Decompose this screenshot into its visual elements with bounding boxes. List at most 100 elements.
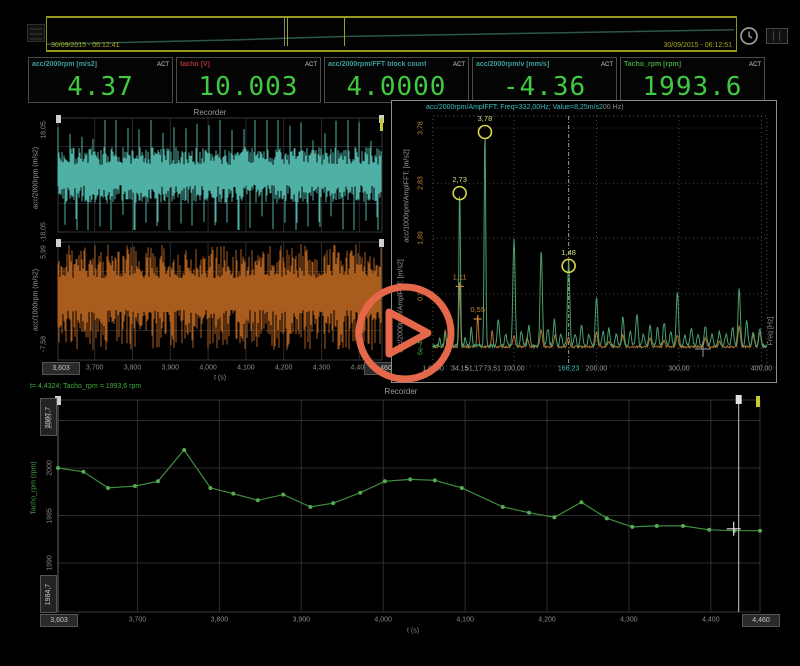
display-label: tacho [V] [180, 61, 210, 68]
timeline-range-start-handle[interactable] [287, 18, 288, 46]
scroll-handle-right[interactable] [379, 239, 384, 247]
data-point [256, 498, 260, 502]
data-point [383, 479, 387, 483]
x-tick-label: 166,23 [558, 366, 579, 373]
app-window: 30/09/2015 - 06:12:41 30/09/2015 - 06:12… [0, 0, 800, 666]
y-min-box[interactable]: 1984,7 [40, 575, 57, 613]
y-min-label: -18,05 [41, 222, 48, 242]
x-tick-label: 51,17 [465, 366, 483, 373]
recorder-panel-rpm[interactable]: t= 4,4324; Tacho_rpm = 1993,6 rpm Record… [28, 383, 775, 645]
waveform-acc2000 [58, 120, 381, 230]
timeline-cursor[interactable] [284, 18, 285, 46]
data-point [106, 486, 110, 490]
x-min-box[interactable]: 3,603 [42, 362, 80, 375]
y-tick-label: 2000 [47, 460, 54, 476]
scroll-handle-left[interactable] [56, 239, 61, 247]
scroll-handle-left[interactable] [56, 115, 61, 123]
x-tick-label: 4,200 [275, 365, 293, 372]
display-fft-block-count[interactable]: acc/2000rpm/FFT block count ACT 4.0000 [324, 57, 469, 103]
cursor-handle[interactable] [736, 395, 742, 404]
data-point [156, 479, 160, 483]
panel-title: Recorder [194, 108, 227, 117]
data-point [707, 528, 711, 532]
channel-label: Tacho_rpm (rpm) [31, 461, 38, 514]
data-point [527, 511, 531, 515]
x-tick-label: 4,300 [313, 365, 331, 372]
peak-marker-circle[interactable] [478, 126, 491, 139]
y-tick-label: 2,83 [418, 176, 425, 190]
x-tick-label: 3,800 [211, 617, 229, 624]
x-tick-label: 3,900 [162, 365, 180, 372]
channel-label: acc/1000rpm/AmplFFT; [m/s2] [404, 149, 411, 242]
rpm-chart[interactable] [58, 400, 760, 612]
x-tick-label: 3,700 [129, 617, 147, 624]
display-acc2000[interactable]: acc/2000rpm [m/s2]ACT 4.37 [28, 57, 173, 103]
y-tick-label: 1990 [47, 555, 54, 571]
yellow-range-handle[interactable] [756, 396, 760, 407]
x-axis-label: Freq [Hz] [768, 317, 775, 346]
channel-label: acc/1000rpm (m/s2) [33, 269, 40, 331]
data-point [133, 484, 137, 488]
peak-marker-label: 2,73 [452, 175, 467, 184]
peak-marker-cross[interactable] [474, 315, 482, 323]
data-point [231, 492, 235, 496]
data-point [281, 493, 285, 497]
timeline-range-end-handle[interactable] [344, 18, 345, 46]
data-point [460, 486, 464, 490]
display-layout-icon[interactable] [766, 28, 788, 44]
waveform-acc1000 [58, 244, 381, 350]
y-tick-label: 2005 [47, 413, 54, 429]
fft-title: acc/2000rpm/AmplFFT: Freq=332,00Hz; Valu… [426, 104, 603, 111]
display-tacho-rpm[interactable]: Tacho_rpm [rpm]ACT 1993.6 [620, 57, 765, 103]
x-tick-label: 3,800 [124, 365, 142, 372]
peak-marker-label: 3,78 [478, 114, 493, 123]
timeline-options-icon[interactable] [27, 24, 45, 42]
data-point [408, 477, 412, 481]
timeline-overview[interactable]: 30/09/2015 - 06:12:41 30/09/2015 - 06:12… [46, 16, 737, 52]
data-point [81, 470, 85, 474]
panel-title: Recorder [385, 387, 418, 396]
data-point [56, 466, 60, 470]
y-max-label: 18,05 [41, 121, 48, 139]
act-badge: ACT [453, 62, 465, 68]
cursor-readout: t= 4,4324; Tacho_rpm = 1993,6 rpm [30, 383, 141, 390]
display-acc2000-velocity[interactable]: acc/2000rpm/v [mm/s]ACT -4.36 [472, 57, 617, 103]
x-min-box[interactable]: 3,603 [40, 614, 78, 627]
data-point [433, 478, 437, 482]
data-point [579, 500, 583, 504]
fft-title-range: 00 Hz) [603, 104, 624, 111]
timeline-end-date: 30/09/2015 - 06:12:51 [663, 42, 732, 49]
x-tick-label: 400,00 [751, 366, 772, 373]
display-label: acc/2000rpm/FFT block count [328, 61, 426, 68]
x-tick-label: 200,00 [586, 366, 607, 373]
data-point [655, 524, 659, 528]
channel-label: acc/2000rpm (m/s2) [33, 147, 40, 209]
display-value: 10.003 [177, 70, 320, 103]
overview-trace [47, 30, 734, 45]
y-min-label: -7,58 [41, 336, 48, 352]
x-tick-label: 3,700 [86, 365, 104, 372]
act-badge: ACT [157, 62, 169, 68]
display-value: 4.0000 [325, 70, 468, 103]
display-value: 1993.6 [621, 70, 764, 103]
data-point [182, 448, 186, 452]
x-tick-label: 73,51 [483, 366, 501, 373]
play-button[interactable] [353, 281, 457, 385]
act-badge: ACT [749, 62, 761, 68]
recorder-panel-waveforms[interactable]: Recorder 18,05 acc/2000rpm (m/s2) -18,05… [28, 106, 391, 386]
x-axis-label: t (s) [214, 375, 226, 382]
x-tick-label: 4,400 [702, 617, 720, 624]
x-max-box[interactable]: 4,460 [742, 614, 780, 627]
fft-chart[interactable]: 2,733,781,481,110,55 [433, 116, 767, 366]
display-value: 4.37 [29, 70, 172, 103]
timeline-start-date: 30/09/2015 - 06:12:41 [51, 42, 120, 49]
waveform-chart[interactable] [58, 118, 382, 361]
data-point [552, 515, 556, 519]
data-point [358, 491, 362, 495]
data-point [331, 501, 335, 505]
yellow-range-handle[interactable] [380, 118, 383, 131]
peak-marker-label: 0,55 [470, 305, 485, 314]
clock-icon[interactable] [739, 26, 759, 46]
display-tacho[interactable]: tacho [V]ACT 10.003 [176, 57, 321, 103]
x-tick-label: 4,300 [620, 617, 638, 624]
